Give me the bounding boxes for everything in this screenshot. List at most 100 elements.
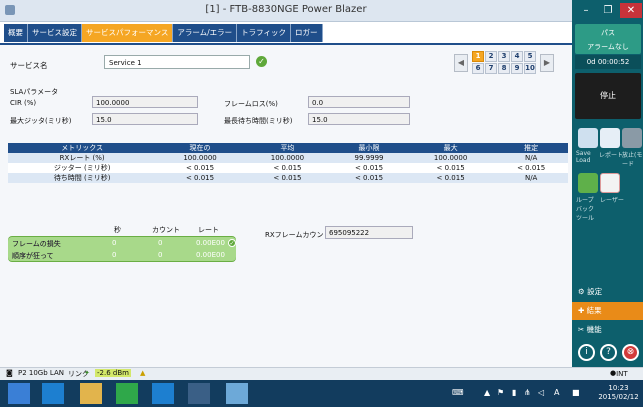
start-icon[interactable] bbox=[8, 383, 30, 404]
page-button[interactable]: 7 bbox=[485, 63, 497, 74]
page-button[interactable]: 3 bbox=[498, 51, 510, 62]
page-button[interactable]: 1 bbox=[472, 51, 484, 62]
tray-app-icon[interactable]: ■ bbox=[572, 388, 580, 397]
tab-service-performance[interactable]: サービスパフォーマンス bbox=[82, 24, 174, 42]
max-jitter-field: 15.0 bbox=[92, 113, 198, 125]
browser-icon[interactable] bbox=[42, 383, 64, 404]
battery-icon[interactable]: ▮ bbox=[512, 388, 516, 397]
page-button[interactable]: 6 bbox=[472, 63, 484, 74]
status-title: パス bbox=[601, 29, 615, 37]
info-icon[interactable]: i bbox=[578, 344, 595, 361]
volume-icon[interactable]: ◁ bbox=[538, 388, 544, 397]
ime-icon[interactable]: A bbox=[554, 388, 559, 397]
menu-results[interactable]: ✚ 結果 bbox=[572, 302, 643, 320]
page-button[interactable]: 2 bbox=[485, 51, 497, 62]
save-load-icon[interactable] bbox=[578, 128, 598, 148]
window-controls: – ❐ ✕ bbox=[572, 0, 643, 22]
tab-service-config[interactable]: サービス設定 bbox=[28, 24, 82, 42]
cir-label: CIR (%) bbox=[10, 99, 37, 107]
main-area: 概要 サービス設定 サービスパフォーマンス アラーム/エラー トラフィック ロガ… bbox=[0, 22, 572, 367]
app-grid-icon[interactable] bbox=[188, 383, 210, 404]
laser-icon[interactable] bbox=[600, 173, 620, 193]
app-eye-icon[interactable] bbox=[226, 383, 248, 404]
close-button[interactable]: ✕ bbox=[620, 3, 642, 18]
table-cell: 100.0000 bbox=[243, 153, 332, 163]
rx-frame-count-label: RXフレームカウント bbox=[265, 231, 331, 239]
right-panel: – ❐ ✕ パス アラームなし 0d 00:00:52 停止 Save Load… bbox=[572, 0, 643, 367]
table-cell: 0 bbox=[158, 239, 163, 247]
table-cell: N/A bbox=[494, 153, 568, 163]
column-header: 現在の bbox=[156, 143, 244, 153]
column-header: 最大 bbox=[406, 143, 495, 153]
cir-field: 100.0000 bbox=[92, 96, 198, 108]
table-cell: < 0.015 bbox=[406, 173, 495, 183]
menu-functions-label: 機能 bbox=[586, 325, 602, 334]
menu-functions[interactable]: ✂ 機能 bbox=[572, 321, 643, 339]
row-label: 順序が狂って bbox=[12, 252, 54, 260]
table-cell: < 0.015 bbox=[494, 163, 568, 173]
tab-traffic[interactable]: トラフィック bbox=[237, 24, 292, 42]
page-button[interactable]: 5 bbox=[524, 51, 536, 62]
network-icon[interactable]: ⋔ bbox=[524, 388, 531, 397]
table-cell: N/A bbox=[494, 173, 568, 183]
pager-next-button[interactable]: ▶ bbox=[540, 54, 554, 72]
folder-icon[interactable] bbox=[80, 383, 102, 404]
column-header: 平均 bbox=[243, 143, 332, 153]
service-name-label: サービス名 bbox=[10, 61, 48, 70]
table-cell: < 0.015 bbox=[243, 163, 332, 173]
tray-up-icon[interactable]: ▲ bbox=[484, 388, 490, 397]
store-icon[interactable] bbox=[116, 383, 138, 404]
row-label: 待ち時間 (ミリ秒) bbox=[8, 173, 157, 183]
service-pager: ◀ 1 2 3 4 5 6 7 8 9 10 ▶ bbox=[454, 51, 556, 75]
status-indicator: パス アラームなし bbox=[575, 24, 641, 54]
laser-label: レーザー bbox=[600, 197, 624, 204]
port-label: P2 10Gb LAN bbox=[18, 369, 64, 377]
rx-frame-count-field: 695095222 bbox=[325, 226, 413, 239]
link-icon: ✦ bbox=[84, 369, 90, 377]
app-t-icon[interactable] bbox=[152, 383, 174, 404]
report-label: レポート bbox=[599, 152, 624, 159]
flag-icon[interactable]: ⚑ bbox=[497, 388, 504, 397]
pager-prev-button[interactable]: ◀ bbox=[454, 54, 468, 72]
check-icon: ✓ bbox=[256, 56, 267, 67]
row-label: RXレート (%) bbox=[8, 153, 157, 163]
tab-alarms-errors[interactable]: アラーム/エラー bbox=[173, 24, 238, 42]
loopback-icon[interactable] bbox=[578, 173, 598, 193]
minimize-button[interactable]: – bbox=[576, 3, 596, 18]
exit-icon[interactable]: ⊗ bbox=[622, 344, 639, 361]
tab-bar: 概要 サービス設定 サービスパフォーマンス アラーム/エラー トラフィック ロガ… bbox=[4, 24, 323, 42]
frameloss-table: フレームの損失 0 0 0.00E00 ✓ 順序が狂って 0 0 0.00E00 bbox=[8, 236, 236, 262]
maximize-button[interactable]: ❐ bbox=[598, 3, 618, 18]
zero-label: 放止(モード bbox=[622, 152, 643, 168]
page-button[interactable]: 4 bbox=[511, 51, 523, 62]
table-row: ジッター (ミリ秒) < 0.015 < 0.015 < 0.015 < 0.0… bbox=[8, 163, 568, 173]
frame-loss-label: フレームロス(%) bbox=[224, 100, 278, 108]
zero-icon[interactable] bbox=[622, 128, 642, 148]
page-button[interactable]: 9 bbox=[511, 63, 523, 74]
column-header: 秒 bbox=[114, 226, 121, 234]
help-icon[interactable]: ? bbox=[600, 344, 617, 361]
report-icon[interactable] bbox=[600, 128, 620, 148]
sla-parameters: CIR (%) 100.0000 最大ジッタ(ミリ秒) 15.0 フレームロス(… bbox=[8, 96, 428, 132]
window-title: [1] - FTB-8830NGE Power Blazer bbox=[205, 4, 367, 15]
tab-overview[interactable]: 概要 bbox=[4, 24, 28, 42]
row-label: ジッター (ミリ秒) bbox=[8, 163, 157, 173]
stop-button[interactable]: 停止 bbox=[575, 73, 641, 119]
status-bar: ◙ P2 10Gb LAN リンク ✦ -2.6 dBm ▲ ● INT bbox=[0, 367, 643, 380]
warning-icon: ▲ bbox=[140, 369, 146, 377]
menu-settings[interactable]: ⚙ 設定 bbox=[572, 283, 643, 301]
status-sub: アラームなし bbox=[587, 43, 629, 51]
row-label: フレームの損失 bbox=[12, 240, 61, 248]
int-label: INT bbox=[616, 370, 628, 378]
keyboard-icon[interactable]: ⌨ bbox=[452, 388, 464, 397]
loopback-label: ループバック ツール bbox=[576, 197, 595, 222]
clock[interactable]: 10:23 2015/02/12 bbox=[596, 384, 641, 402]
tab-logger[interactable]: ロガー bbox=[291, 24, 323, 42]
menu-results-label: 結果 bbox=[586, 306, 602, 315]
max-jitter-label: 最大ジッタ(ミリ秒) bbox=[10, 117, 72, 125]
service-name-select[interactable]: Service 1 bbox=[104, 55, 250, 69]
check-icon: ✓ bbox=[228, 239, 236, 247]
page-button[interactable]: 8 bbox=[498, 63, 510, 74]
page-button[interactable]: 10 bbox=[524, 63, 536, 74]
table-cell: 0 bbox=[112, 251, 117, 259]
